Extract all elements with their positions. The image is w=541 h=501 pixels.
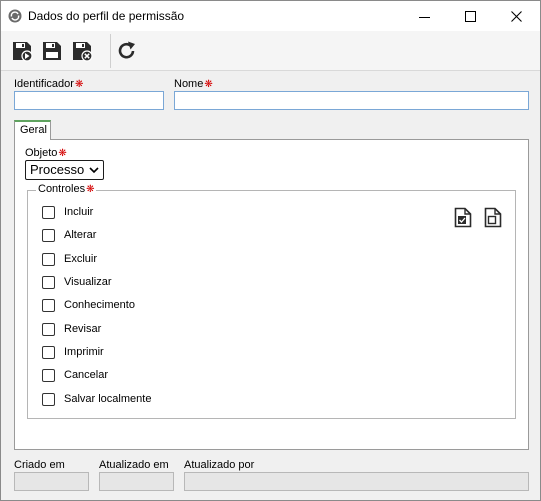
close-button[interactable] <box>494 1 540 31</box>
app-logo-icon <box>8 9 22 23</box>
checkbox-label: Visualizar <box>64 276 112 288</box>
save-icon <box>43 42 61 60</box>
checkbox-label: Cancelar <box>64 369 109 381</box>
check-all-button[interactable] <box>454 207 472 228</box>
checkbox-label: Excluir <box>64 253 98 265</box>
toolbar <box>1 31 540 71</box>
nome-label: Nome❋ <box>174 78 213 90</box>
identificador-label: Identificador❋ <box>14 78 83 90</box>
checkbox-label: Revisar <box>64 323 102 335</box>
document-check-all-icon <box>454 207 472 228</box>
criado-em-field <box>14 472 89 491</box>
save-button[interactable] <box>39 38 65 64</box>
uncheck-all-button[interactable] <box>484 207 502 228</box>
checkbox-label: Conhecimento <box>64 299 135 311</box>
tab-geral-label: Geral <box>20 124 47 136</box>
required-marker: ❋ <box>74 79 84 90</box>
identificador-field[interactable] <box>14 91 164 110</box>
checkbox-box[interactable] <box>42 369 55 382</box>
close-icon <box>511 11 522 22</box>
atualizado-por-field <box>184 472 529 491</box>
checkbox-label: Salvar localmente <box>64 393 152 405</box>
required-marker: ❋ <box>204 79 213 90</box>
checkbox-label: Alterar <box>64 229 97 241</box>
save-new-button[interactable] <box>9 38 35 64</box>
refresh-button[interactable] <box>114 38 140 64</box>
checkbox-box[interactable] <box>42 206 55 219</box>
tab-geral[interactable]: Geral <box>14 120 51 140</box>
atualizado-em-label: Atualizado em <box>99 459 169 471</box>
controles-label-text: Controles <box>38 183 86 195</box>
save-new-icon <box>13 42 33 62</box>
atualizado-por-label: Atualizado por <box>184 459 255 471</box>
checkbox-box[interactable] <box>42 229 55 242</box>
dialog-window: Dados do perfil de permissão Identificad… <box>0 0 541 501</box>
criado-em-label: Criado em <box>14 459 65 471</box>
refresh-icon <box>118 41 135 59</box>
maximize-button[interactable] <box>448 1 494 31</box>
document-uncheck-all-icon <box>484 207 502 228</box>
checkbox-box[interactable] <box>42 253 55 266</box>
objeto-select-value: Processo <box>30 162 85 177</box>
objeto-label: Objeto❋ <box>25 147 67 159</box>
objeto-select[interactable]: Processo <box>25 160 104 180</box>
window-title: Dados do perfil de permissão <box>28 9 185 23</box>
required-marker: ❋ <box>58 148 67 159</box>
checkbox-label: Imprimir <box>64 346 104 358</box>
checkbox-box[interactable] <box>42 393 55 406</box>
checkbox-label: Incluir <box>64 206 94 218</box>
atualizado-em-field <box>99 472 174 491</box>
title-bar[interactable]: Dados do perfil de permissão <box>1 1 540 31</box>
checkbox-box[interactable] <box>42 299 55 312</box>
checkbox-box[interactable] <box>42 346 55 359</box>
maximize-icon <box>465 11 476 22</box>
checkbox-box[interactable] <box>42 323 55 336</box>
nome-field[interactable] <box>174 91 529 110</box>
minimize-button[interactable] <box>402 1 448 31</box>
identificador-label-text: Identificador <box>14 78 74 90</box>
checkbox-box[interactable] <box>42 276 55 289</box>
objeto-label-text: Objeto <box>25 147 58 159</box>
toolbar-separator <box>110 34 111 68</box>
chevron-down-icon <box>89 167 99 174</box>
controles-legend: Controles❋ <box>36 183 97 195</box>
nome-label-text: Nome <box>174 78 204 90</box>
save-close-button[interactable] <box>69 38 95 64</box>
save-close-icon <box>73 42 93 62</box>
minimize-icon <box>419 17 430 18</box>
required-marker: ❋ <box>86 184 95 195</box>
